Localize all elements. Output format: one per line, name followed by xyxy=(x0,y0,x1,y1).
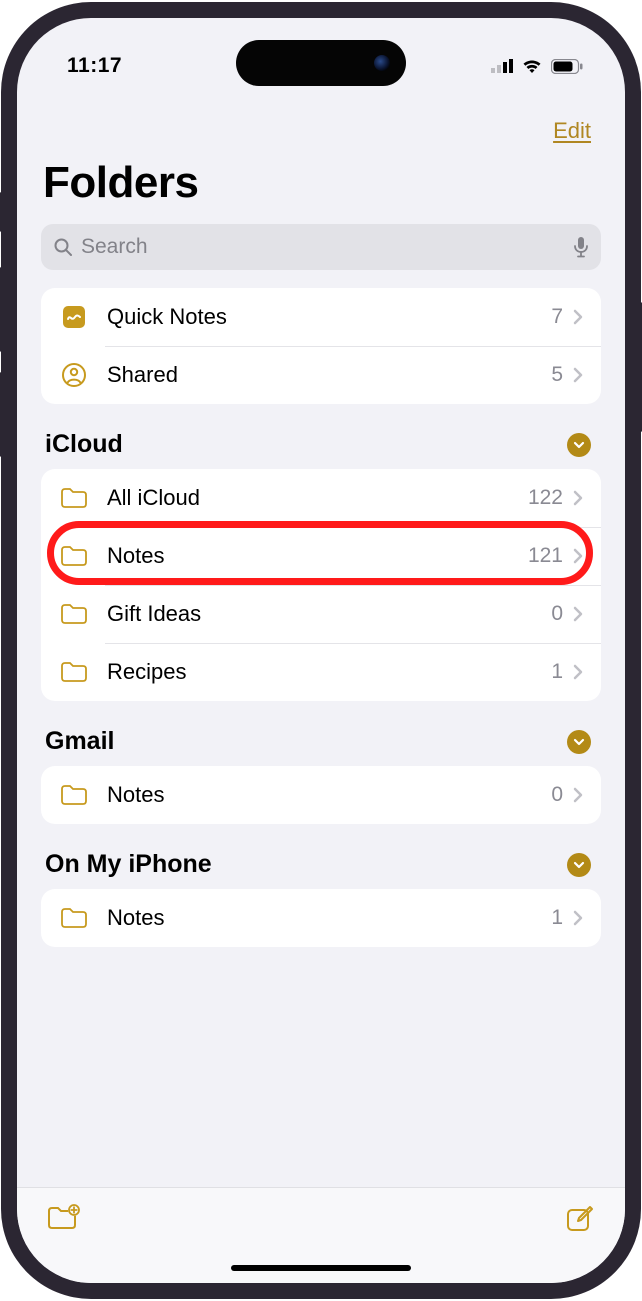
home-indicator[interactable] xyxy=(231,1265,411,1271)
folder-icon xyxy=(59,784,89,806)
folder-count: 1 xyxy=(551,906,563,930)
folder-count: 1 xyxy=(551,660,563,684)
new-folder-button[interactable] xyxy=(47,1204,81,1232)
folder-row[interactable]: Recipes 1 xyxy=(41,643,601,701)
chevron-right-icon xyxy=(573,490,583,506)
chevron-right-icon xyxy=(573,910,583,926)
folder-count: 5 xyxy=(551,363,563,387)
compose-button[interactable] xyxy=(565,1204,595,1234)
side-button xyxy=(0,372,2,457)
search-icon xyxy=(53,237,73,257)
gmail-folders-card: Notes 0 xyxy=(41,766,601,824)
folder-row[interactable]: Gift Ideas 0 xyxy=(41,585,601,643)
screen: 11:17 Edit Folders xyxy=(17,18,625,1283)
chevron-right-icon xyxy=(573,309,583,325)
folder-count: 7 xyxy=(551,305,563,329)
edit-button[interactable]: Edit xyxy=(553,118,591,144)
section-header-icloud: iCloud xyxy=(39,404,603,469)
section-header-onmyiphone: On My iPhone xyxy=(39,824,603,889)
page-title: Folders xyxy=(39,150,603,218)
folder-icon xyxy=(59,907,89,929)
wifi-icon xyxy=(521,58,543,74)
chevron-right-icon xyxy=(573,367,583,383)
smart-folders-card: Quick Notes 7 Shared 5 xyxy=(41,288,601,404)
icloud-folders-card: All iCloud 122 Notes 121 Gift Ideas 0 xyxy=(41,469,601,701)
search-placeholder: Search xyxy=(81,235,573,259)
folder-label: Notes xyxy=(107,905,551,931)
folder-icon xyxy=(59,545,89,567)
folder-count: 121 xyxy=(528,544,563,568)
section-title: On My iPhone xyxy=(45,850,212,879)
folder-row[interactable]: All iCloud 122 xyxy=(41,469,601,527)
folder-row-shared[interactable]: Shared 5 xyxy=(41,346,601,404)
folder-row-highlighted[interactable]: Notes 121 xyxy=(41,527,601,585)
side-button xyxy=(0,267,2,352)
folder-label: Notes xyxy=(107,543,528,569)
chevron-right-icon xyxy=(573,787,583,803)
dynamic-island xyxy=(236,40,406,86)
folder-label: Recipes xyxy=(107,659,551,685)
folder-row[interactable]: Notes 0 xyxy=(41,766,601,824)
folder-label: Shared xyxy=(107,362,551,388)
section-collapse-button[interactable] xyxy=(567,730,591,754)
section-title: iCloud xyxy=(45,430,123,459)
chevron-right-icon xyxy=(573,548,583,564)
folder-row[interactable]: Notes 1 xyxy=(41,889,601,947)
folder-icon xyxy=(59,661,89,683)
cellular-icon xyxy=(491,59,513,73)
status-time: 11:17 xyxy=(67,54,122,78)
folder-count: 122 xyxy=(528,486,563,510)
section-header-gmail: Gmail xyxy=(39,701,603,766)
folder-count: 0 xyxy=(551,783,563,807)
folder-icon xyxy=(59,487,89,509)
shared-icon xyxy=(59,362,89,388)
folder-row-quick-notes[interactable]: Quick Notes 7 xyxy=(41,288,601,346)
chevron-right-icon xyxy=(573,606,583,622)
device-frame: 11:17 Edit Folders xyxy=(1,2,641,1299)
folder-icon xyxy=(59,603,89,625)
mic-icon[interactable] xyxy=(573,236,589,258)
battery-icon xyxy=(551,59,583,74)
folder-label: All iCloud xyxy=(107,485,528,511)
chevron-right-icon xyxy=(573,664,583,680)
folder-label: Quick Notes xyxy=(107,304,551,330)
quicknotes-icon xyxy=(59,304,89,330)
section-collapse-button[interactable] xyxy=(567,433,591,457)
side-button xyxy=(0,192,2,232)
camera-lens xyxy=(374,55,390,71)
folder-label: Notes xyxy=(107,782,551,808)
folder-label: Gift Ideas xyxy=(107,601,551,627)
folder-count: 0 xyxy=(551,602,563,626)
section-collapse-button[interactable] xyxy=(567,853,591,877)
section-title: Gmail xyxy=(45,727,114,756)
onmyiphone-folders-card: Notes 1 xyxy=(41,889,601,947)
search-input[interactable]: Search xyxy=(41,224,601,270)
